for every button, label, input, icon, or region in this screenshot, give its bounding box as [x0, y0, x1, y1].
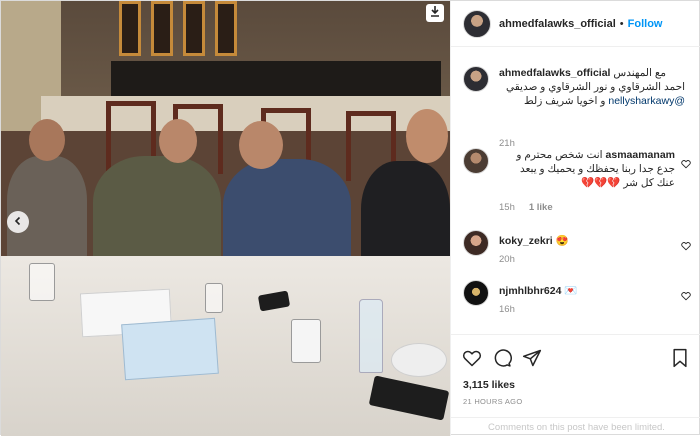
comment-username[interactable]: asmaamanam	[606, 149, 675, 161]
photo-cup	[291, 319, 321, 363]
avatar[interactable]	[463, 230, 489, 256]
comment-body: njmhlbhr624 💌	[499, 284, 685, 298]
photo-counter	[111, 61, 441, 101]
caption-body: ahmedfalawks_official مع المهندس احمد ال…	[499, 66, 685, 108]
download-icon	[429, 4, 441, 22]
heart-icon[interactable]	[681, 156, 691, 169]
photo-person-head	[159, 119, 197, 163]
caption-username[interactable]: ahmedfalawks_official	[499, 67, 610, 79]
comment-text: asmaamanam انت شخص محترم و جدع جدا ربنا …	[516, 149, 675, 189]
previous-photo-button[interactable]	[7, 211, 29, 233]
download-button[interactable]	[426, 4, 444, 22]
comment-item: asmaamanam انت شخص محترم و جدع جدا ربنا …	[463, 148, 691, 214]
caption-tail: و اخويا شريف زلط	[524, 95, 609, 107]
photo-person	[93, 156, 221, 271]
comment-text: 💌	[564, 285, 578, 297]
photo-glass	[205, 283, 223, 313]
caption-line: مع المهندس	[613, 67, 667, 79]
post-side-panel: ahmedfalawks_official • Follow ahmedfala…	[450, 1, 700, 436]
heart-icon[interactable]	[681, 288, 691, 301]
comment-body: asmaamanam انت شخص محترم و جدع جدا ربنا …	[499, 148, 675, 190]
post-header: ahmedfalawks_official • Follow	[451, 1, 700, 47]
action-icons	[461, 347, 691, 371]
photo-person-head	[406, 109, 448, 163]
photo-window	[151, 1, 173, 56]
photo-plate	[391, 343, 447, 377]
caption-line: احمد الشرقاوي و نور الشرقاوي و صديقي	[505, 81, 685, 93]
photo-window	[215, 1, 237, 56]
comment-item: koky_zekri 😍 20h	[463, 230, 691, 270]
header-username[interactable]: ahmedfalawks_official	[499, 18, 616, 30]
chevron-left-icon	[13, 213, 23, 231]
heart-icon[interactable]	[681, 238, 691, 251]
comment-username[interactable]: njmhlbhr624	[499, 285, 561, 297]
comment-time: 15h	[499, 202, 515, 213]
avatar[interactable]	[463, 280, 489, 306]
share-icon[interactable]	[521, 347, 543, 369]
photo-bottle	[359, 299, 383, 373]
post-actions: 3,115 likes 21 HOURS AGO Comments on thi…	[451, 334, 700, 436]
post-photo[interactable]	[1, 1, 450, 436]
photo-window	[183, 1, 205, 56]
comment-time: 20h	[499, 254, 515, 265]
photo-person-head	[29, 119, 65, 161]
photo-window	[119, 1, 141, 56]
follow-button[interactable]: Follow	[628, 18, 663, 30]
comments-limited-notice: Comments on this post have been limited.	[451, 417, 700, 437]
caption: ahmedfalawks_official مع المهندس احمد ال…	[463, 66, 691, 156]
avatar[interactable]	[463, 148, 489, 174]
avatar[interactable]	[463, 9, 491, 38]
heart-icon[interactable]	[461, 347, 483, 369]
comment-icon[interactable]	[491, 347, 513, 369]
comment-text: 😍	[555, 235, 569, 247]
photo-person-head	[239, 121, 283, 169]
bookmark-icon[interactable]	[669, 347, 691, 369]
comment-time: 16h	[499, 304, 515, 315]
comment-username[interactable]: koky_zekri	[499, 235, 553, 247]
caption-line: @nellysharkawy و اخويا شريف زلط	[499, 94, 685, 108]
mention-link[interactable]: @nellysharkawy	[608, 95, 685, 107]
instagram-post: ahmedfalawks_official • Follow ahmedfala…	[0, 0, 700, 436]
comment-body: koky_zekri 😍	[499, 234, 685, 248]
separator-dot: •	[619, 17, 624, 30]
comment-likes[interactable]: 1 like	[529, 202, 553, 213]
photo-glass	[29, 263, 55, 301]
comment-meta: 15h 1 like	[499, 202, 553, 213]
comments-list[interactable]: ahmedfalawks_official مع المهندس احمد ال…	[451, 48, 700, 333]
avatar[interactable]	[463, 66, 489, 92]
likes-count[interactable]: 3,115 likes	[463, 379, 515, 391]
comment-item: njmhlbhr624 💌 16h	[463, 280, 691, 320]
post-timestamp[interactable]: 21 HOURS AGO	[463, 397, 522, 406]
photo-mask-box	[121, 317, 219, 381]
